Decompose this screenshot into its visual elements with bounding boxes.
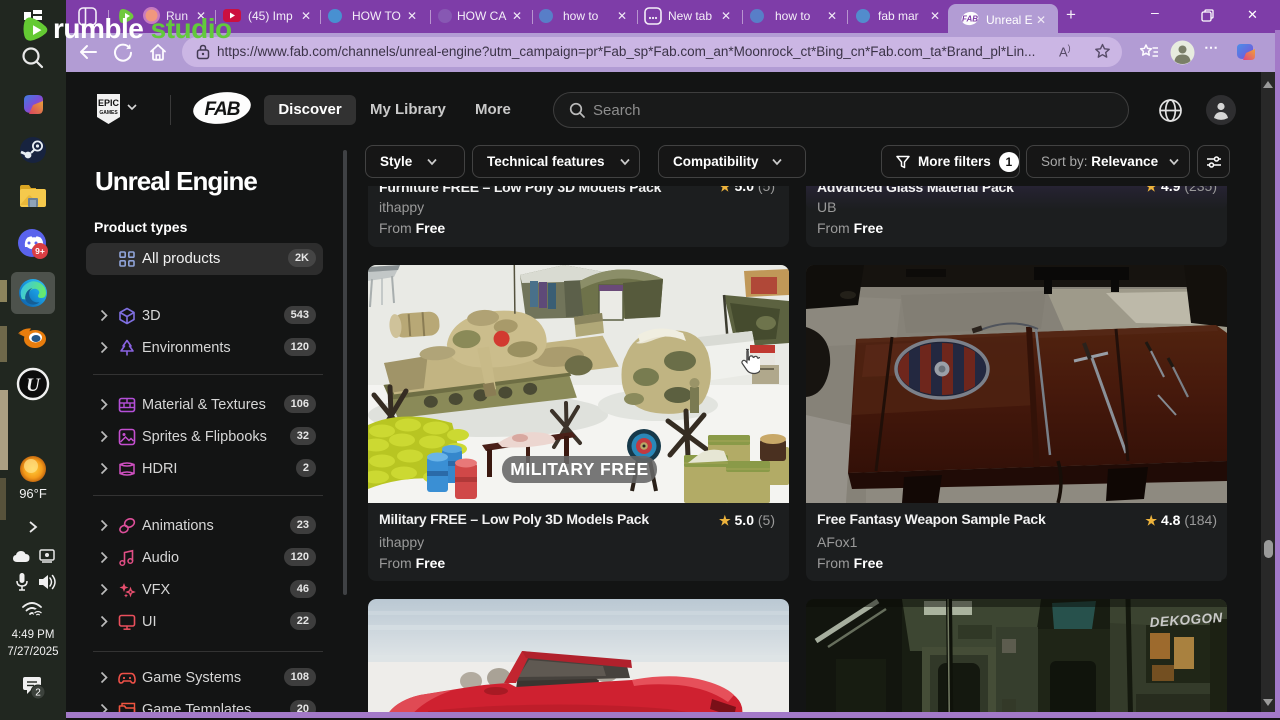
svg-text:GAMES: GAMES xyxy=(99,110,118,116)
svg-text:2: 2 xyxy=(35,688,41,699)
svg-text:FAB: FAB xyxy=(205,99,241,120)
svg-text:MILITARY FREE: MILITARY FREE xyxy=(510,459,648,479)
svg-text:9+: 9+ xyxy=(35,246,45,256)
svg-text:EPIC: EPIC xyxy=(98,98,120,108)
svg-text:U: U xyxy=(26,375,41,396)
svg-text:FAB: FAB xyxy=(962,15,978,24)
